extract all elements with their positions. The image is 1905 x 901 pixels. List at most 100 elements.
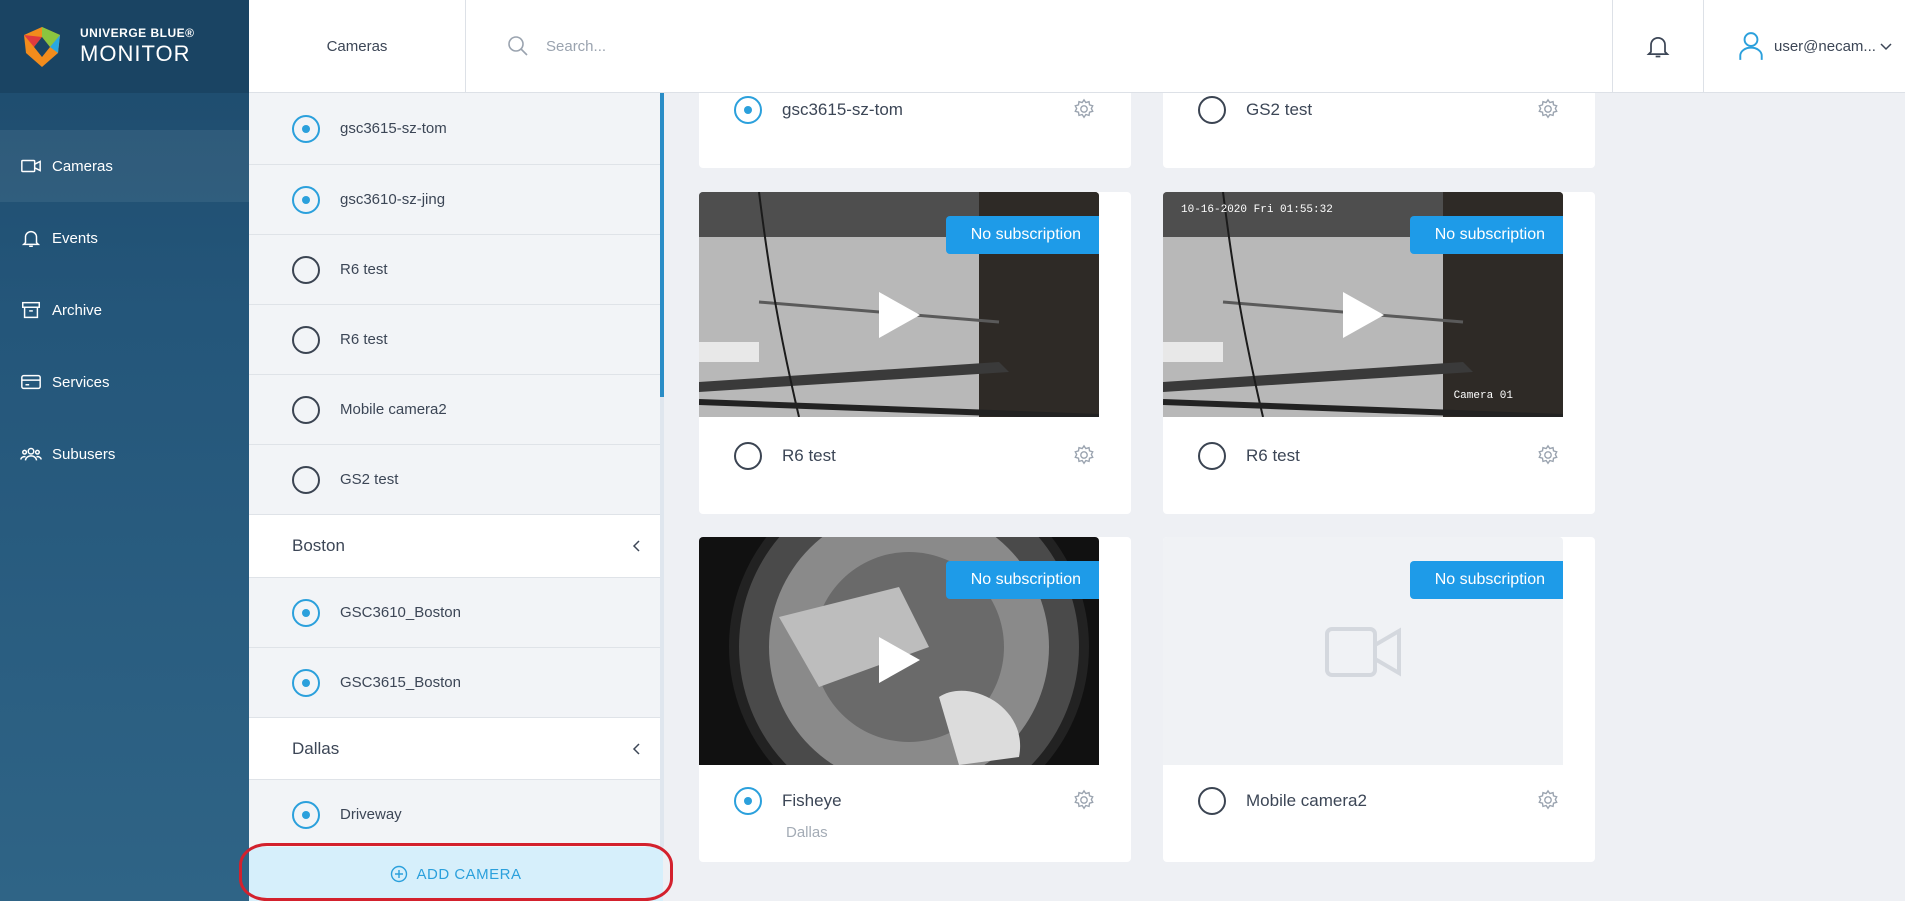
camera-thumbnail[interactable]: No subscription [699, 192, 1099, 417]
camera-card[interactable]: 10-16-2020 Fri 01:55:32 Camera 01 No sub… [1163, 192, 1595, 514]
status-badge: No subscription [945, 561, 1099, 599]
list-item[interactable]: R6 test [249, 305, 663, 375]
camera-radio[interactable] [734, 96, 762, 124]
camera-card-row: Fisheye [734, 787, 842, 815]
user-menu[interactable]: user@necam... [1703, 0, 1905, 92]
scrollbar-track[interactable] [660, 397, 664, 847]
status-badge: No subscription [1409, 561, 1563, 599]
camera-name: R6 test [782, 446, 836, 465]
bell-icon [21, 230, 41, 247]
list-item-label: gsc3610-sz-jing [340, 191, 446, 208]
logo-icon [24, 26, 60, 67]
search-input[interactable] [546, 37, 1046, 55]
list-item-label: Driveway [340, 806, 402, 823]
camera-card-row: GS2 test [1198, 96, 1312, 124]
play-icon[interactable] [877, 290, 922, 340]
camera-card[interactable]: No subscription Fisheye Dallas [699, 537, 1131, 862]
gear-icon[interactable] [1073, 444, 1095, 466]
side-nav: UNIVERGE BLUE® MONITOR Cameras Events Ar… [0, 0, 249, 901]
camera-card-row: R6 test [734, 442, 836, 470]
camera-card[interactable]: gsc3615-sz-tom [699, 93, 1131, 168]
camera-radio[interactable] [292, 185, 320, 214]
camera-card-row: Mobile camera2 [1198, 787, 1367, 815]
nav-item-events[interactable]: Events [0, 202, 249, 274]
camera-radio[interactable] [1198, 787, 1226, 815]
group-label: Dallas [292, 738, 340, 758]
top-bar: Cameras user@necam... [249, 0, 1905, 93]
camera-card[interactable]: GS2 test [1163, 93, 1595, 168]
brand-line1: UNIVERGE BLUE® [80, 26, 195, 40]
camera-radio[interactable] [734, 787, 762, 815]
list-item[interactable]: GSC3615_Boston [249, 648, 663, 718]
camera-icon [21, 159, 41, 173]
bell-icon [1646, 36, 1670, 58]
user-icon [1739, 32, 1763, 60]
nav-label: Events [52, 229, 98, 247]
camera-radio[interactable] [734, 442, 762, 470]
gear-icon[interactable] [1537, 444, 1559, 466]
group-label: Boston [292, 536, 345, 555]
search-icon [508, 36, 528, 56]
camera-radio[interactable] [292, 598, 320, 627]
camera-radio[interactable] [292, 668, 320, 697]
camera-thumbnail[interactable]: No subscription [699, 537, 1099, 765]
page-title: Cameras [249, 0, 466, 92]
nav-item-archive[interactable]: Archive [0, 274, 249, 346]
group-header-dallas[interactable]: Dallas [249, 718, 663, 780]
scrollbar-thumb[interactable] [660, 93, 664, 397]
camera-card-row: R6 test [1198, 442, 1300, 470]
camera-radio[interactable] [292, 465, 320, 494]
camera-radio[interactable] [292, 325, 320, 354]
list-item-label: R6 test [340, 261, 388, 278]
nav-item-services[interactable]: Services [0, 346, 249, 418]
gear-icon[interactable] [1537, 98, 1559, 120]
brand-line2: MONITOR [80, 41, 191, 66]
list-item-label: GS2 test [340, 471, 399, 488]
chevron-down-icon [1880, 43, 1892, 51]
highlight-annotation [239, 843, 673, 901]
nav-label: Subusers [52, 445, 116, 463]
camera-radio[interactable] [1198, 442, 1226, 470]
chevron-left-icon[interactable] [631, 742, 643, 756]
chevron-left-icon[interactable] [631, 539, 643, 553]
camera-radio[interactable] [292, 800, 320, 829]
nav-item-subusers[interactable]: Subusers [0, 418, 249, 490]
list-item[interactable]: gsc3615-sz-tom [249, 93, 663, 165]
list-item[interactable]: Mobile camera2 [249, 375, 663, 445]
status-badge: No subscription [1409, 216, 1563, 254]
camera-thumbnail[interactable]: 10-16-2020 Fri 01:55:32 Camera 01 No sub… [1163, 192, 1563, 417]
gear-icon[interactable] [1537, 789, 1559, 811]
list-item[interactable]: gsc3610-sz-jing [249, 165, 663, 235]
gear-icon[interactable] [1073, 789, 1095, 811]
camera-name: Mobile camera2 [1246, 791, 1367, 810]
nav-label: Archive [52, 301, 103, 319]
list-item[interactable]: GS2 test [249, 445, 663, 515]
users-icon [20, 447, 42, 461]
list-item-label: GSC3615_Boston [340, 674, 461, 691]
camera-thumbnail: No subscription [1163, 537, 1563, 765]
list-item-label: Mobile camera2 [340, 401, 447, 418]
search-bar [466, 0, 1612, 92]
camera-card[interactable]: No subscription Mobile camera2 [1163, 537, 1595, 862]
camera-name: Fisheye [782, 791, 842, 810]
list-item[interactable]: R6 test [249, 235, 663, 305]
play-icon[interactable] [1341, 290, 1386, 340]
brand[interactable]: UNIVERGE BLUE® MONITOR [0, 0, 249, 93]
camera-radio[interactable] [292, 395, 320, 424]
camera-card-row: gsc3615-sz-tom [734, 96, 903, 124]
group-header-boston[interactable]: Boston [249, 515, 663, 578]
play-icon[interactable] [877, 635, 922, 685]
camera-radio[interactable] [1198, 96, 1226, 124]
nav-item-cameras[interactable]: Cameras [0, 130, 249, 202]
list-item-label: GSC3610_Boston [340, 604, 461, 621]
list-item[interactable]: GSC3610_Boston [249, 578, 663, 648]
camera-radio[interactable] [292, 114, 320, 143]
notifications-button[interactable] [1612, 0, 1703, 92]
nav-label: Services [52, 373, 110, 391]
osd-camera-name: Camera 01 [1453, 390, 1513, 402]
camera-location: Dallas [786, 824, 828, 841]
gear-icon[interactable] [1073, 98, 1095, 120]
camera-radio[interactable] [292, 255, 320, 284]
camera-name: GS2 test [1246, 100, 1313, 119]
camera-card[interactable]: No subscription R6 test [699, 192, 1131, 514]
